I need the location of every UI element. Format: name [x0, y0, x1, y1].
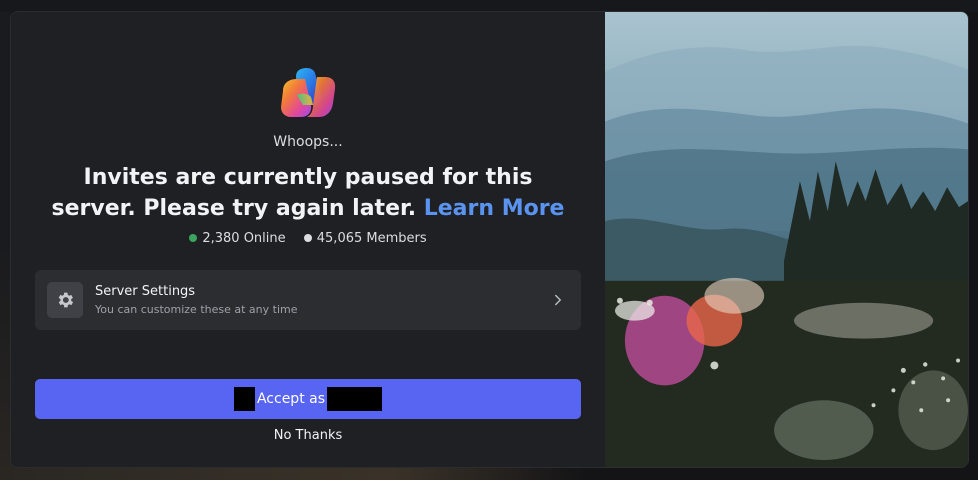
members-dot-icon — [303, 234, 312, 242]
server-settings-title: Server Settings — [95, 284, 196, 299]
redacted-avatar — [233, 387, 255, 411]
online-count: 2,380 Online — [189, 231, 289, 246]
invite-modal: Whoops... Invites are currently paused f… — [10, 11, 969, 468]
background-app-right — [968, 12, 978, 480]
no-thanks-button[interactable]: No Thanks — [11, 428, 605, 443]
gear-icon — [47, 282, 83, 318]
online-count-label: 2,380 Online — [202, 231, 286, 246]
online-dot-icon — [189, 234, 198, 242]
background-app-bottom — [0, 466, 978, 480]
invite-paused-message: Invites are currently paused for this se… — [41, 162, 575, 224]
server-logo-icon — [277, 65, 339, 121]
whoops-label: Whoops... — [273, 134, 343, 150]
member-count-label: 45,065 Members — [316, 231, 427, 246]
landscape-illustration — [605, 45, 968, 467]
server-settings-subtitle: You can customize these at any time — [95, 303, 298, 316]
member-count: 45,065 Members — [303, 231, 427, 246]
learn-more-link[interactable]: Learn More — [424, 196, 565, 221]
server-counts: 2,380 Online 45,065 Members — [11, 231, 605, 246]
accept-label: Accept as — [256, 391, 326, 407]
server-settings-card[interactable]: Server Settings You can customize these … — [35, 270, 581, 330]
chevron-right-icon — [555, 294, 561, 306]
landscape-image — [605, 12, 968, 467]
accept-invite-button[interactable]: Accept as — [35, 379, 581, 419]
invite-content-panel: Whoops... Invites are currently paused f… — [11, 12, 605, 467]
redacted-username — [327, 387, 383, 411]
